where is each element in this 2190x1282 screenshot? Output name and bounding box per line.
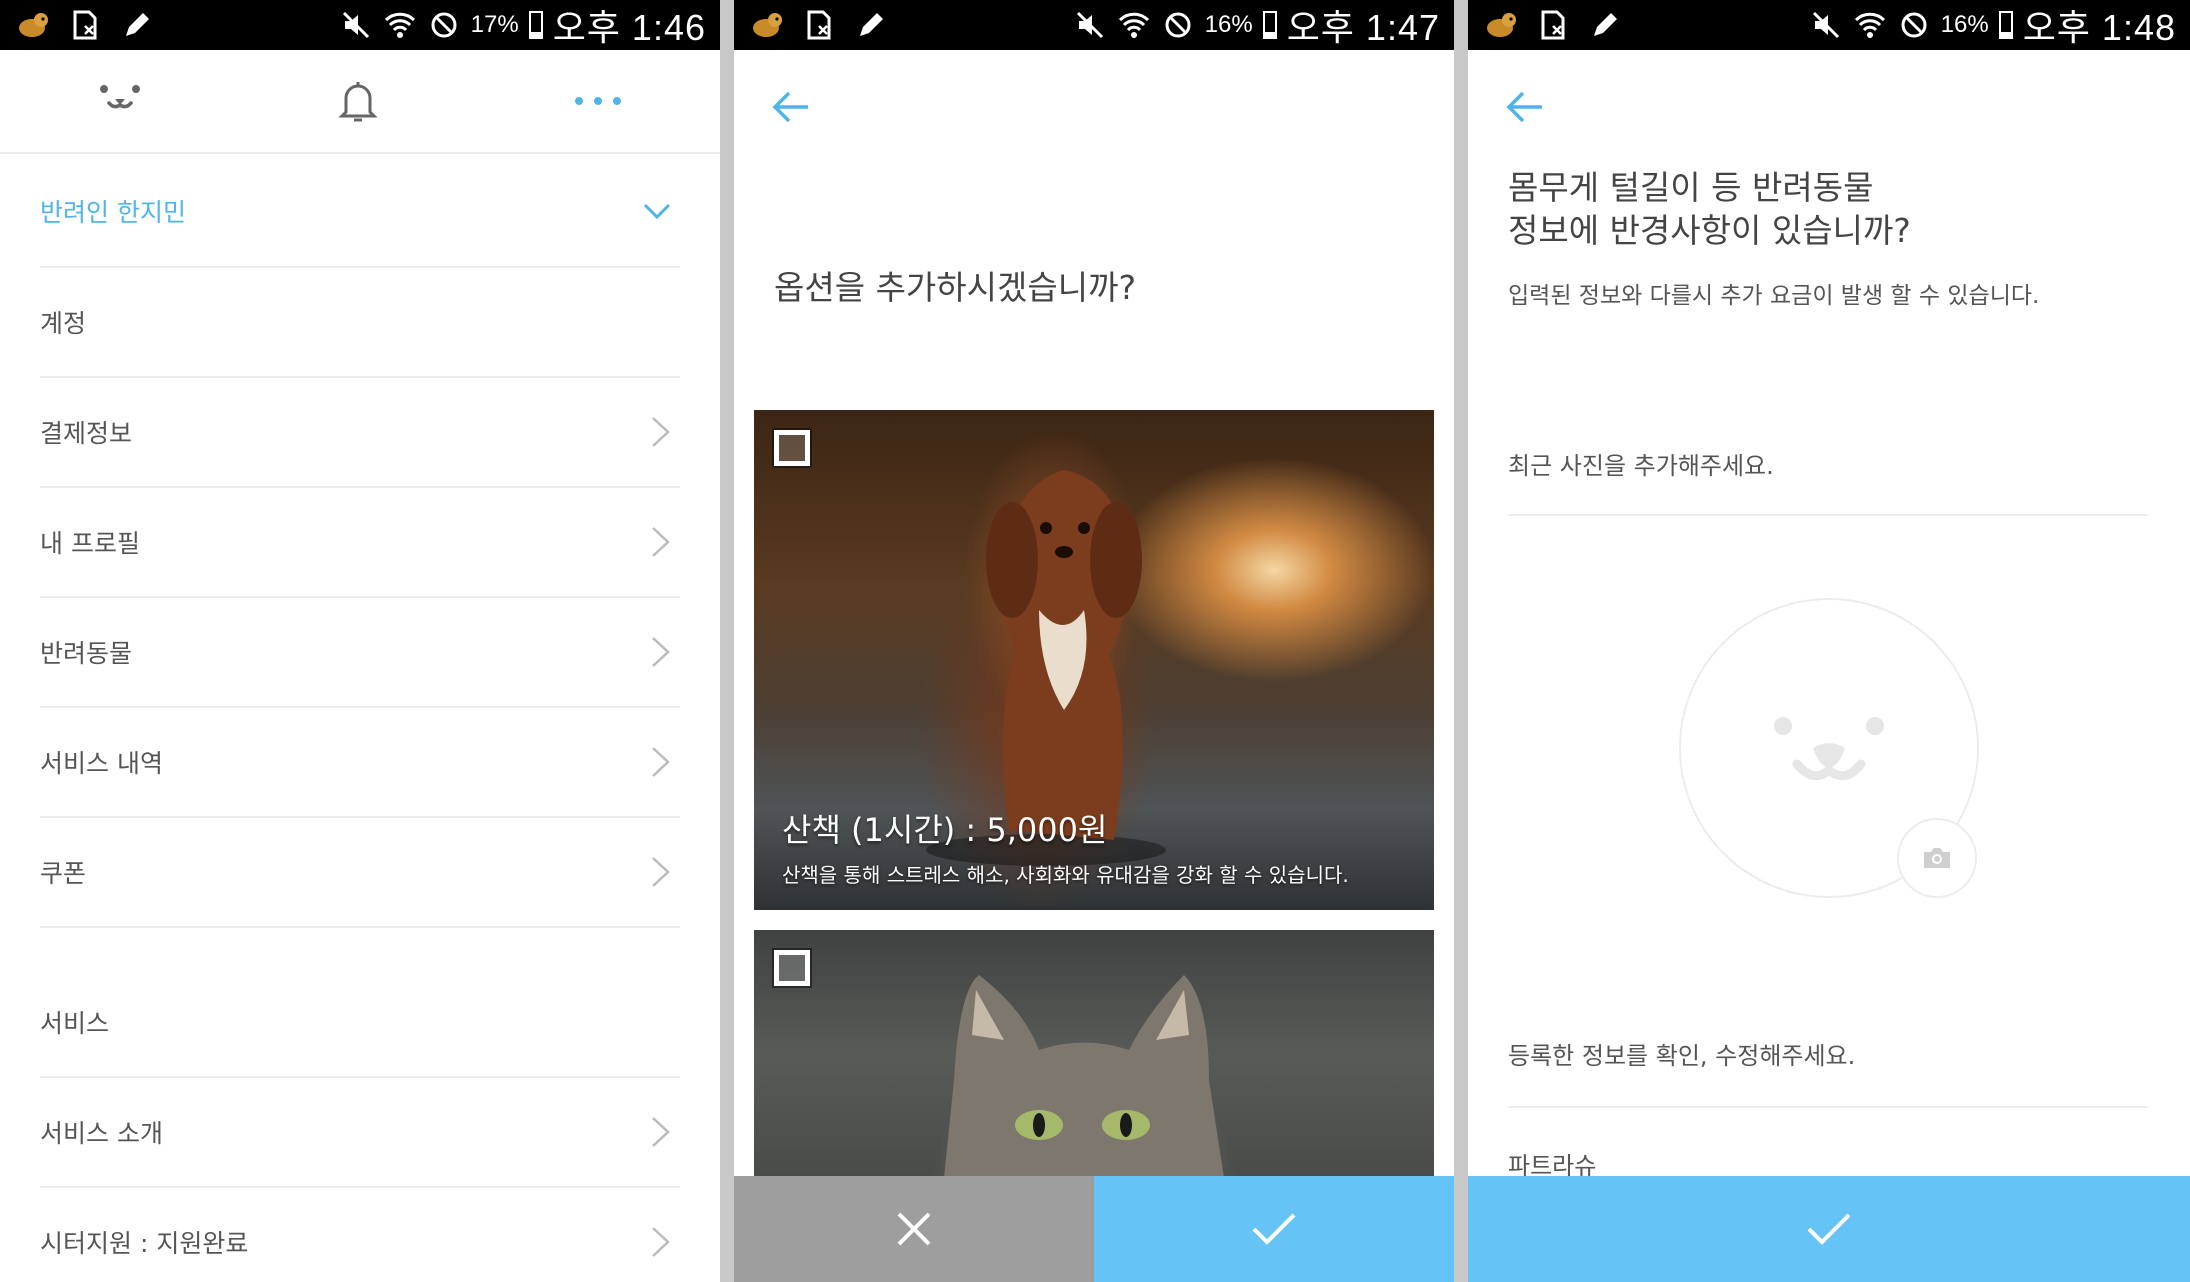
option-card-walk[interactable]: 산책 (1시간) : 5,000원 산책을 통해 스트레스 해소, 사회화와 유…	[754, 410, 1434, 910]
options-screen: 16% 오후 1:47 옵션을 추가하시겠습니까? 산책 (1시간): 5,0…	[734, 0, 1454, 1282]
chevron-right-icon	[652, 417, 670, 447]
wifi-icon	[1117, 8, 1151, 42]
menu-item-label: 서비스 소개	[40, 1119, 163, 1148]
action-bar	[1468, 1176, 2190, 1282]
clock: 오후 1:47	[1286, 7, 1440, 48]
battery-percent: 16%	[1940, 11, 1989, 38]
menu-item-pets[interactable]: 반려동물	[40, 598, 680, 708]
mute-icon	[339, 8, 373, 42]
top-navigation	[0, 50, 720, 154]
battery-icon	[1262, 11, 1277, 39]
sim-card-icon	[68, 8, 102, 42]
menu-item-service-intro[interactable]: 서비스 소개	[40, 1078, 680, 1188]
status-bar: 16% 오후 1:48	[1468, 0, 2190, 50]
wifi-icon	[383, 8, 417, 42]
option-caption: 산책 (1시간) : 5,000원 산책을 통해 스트레스 해소, 사회화와 유…	[782, 805, 1349, 888]
notification-app-icon	[16, 8, 50, 42]
chevron-right-icon	[652, 1117, 670, 1147]
pet-info-screen: 16% 오후 1:48 몸무게 털길이 등 반려동물 정보에 반경사항이 있습니…	[1468, 0, 2190, 1282]
close-icon	[897, 1212, 931, 1246]
section-label: 서비스	[40, 1009, 110, 1038]
option-checkbox[interactable]	[774, 430, 810, 466]
check-icon	[1252, 1213, 1296, 1245]
back-arrow-icon[interactable]	[1502, 84, 1548, 130]
check-icon	[1807, 1213, 1851, 1245]
battery-icon	[1998, 11, 2013, 39]
settings-menu: 반려인 한지민 계정 결제정보 내 프로필 반려동물 서비스 내역 쿠폰 서비스…	[40, 156, 680, 1282]
mute-icon	[1073, 8, 1107, 42]
info-field: 등록한 정보를 확인, 수정해주세요.	[1508, 1036, 2148, 1108]
clock: 오후 1:46	[552, 7, 706, 48]
menu-item-service-history[interactable]: 서비스 내역	[40, 708, 680, 818]
bell-icon[interactable]	[328, 76, 388, 126]
menu-item-label: 서비스 내역	[40, 749, 163, 778]
info-field-label: 등록한 정보를 확인, 수정해주세요.	[1508, 1042, 1856, 1070]
chevron-right-icon	[652, 527, 670, 557]
page-title: 옵션을 추가하시겠습니까?	[774, 268, 1136, 307]
battery-percent: 16%	[1204, 11, 1253, 38]
chevron-right-icon	[652, 637, 670, 667]
menu-item-label: 쿠폰	[40, 859, 87, 888]
page-subtitle: 입력된 정보와 다를시 추가 요금이 발생 할 수 있습니다.	[1508, 283, 2040, 309]
wifi-icon	[1853, 8, 1887, 42]
mute-icon	[1809, 8, 1843, 42]
menu-item-sitter-application[interactable]: 시터지원 : 지원완료	[40, 1188, 680, 1282]
sim-card-icon	[1536, 8, 1570, 42]
menu-item-label: 시터지원 : 지원완료	[40, 1229, 249, 1258]
cancel-button[interactable]	[734, 1176, 1094, 1282]
menu-spacer	[40, 928, 680, 968]
battery-icon	[528, 11, 543, 39]
page-title-line1: 몸무게 털길이 등 반려동물	[1508, 168, 1874, 207]
menu-item-coupons[interactable]: 쿠폰	[40, 818, 680, 928]
menu-item-account[interactable]: 계정	[40, 268, 680, 378]
user-name: 반려인 한지민	[40, 198, 186, 227]
pet-face-icon[interactable]	[90, 76, 150, 126]
cat-photo	[944, 975, 1224, 1178]
add-photo-button[interactable]	[1897, 818, 1977, 898]
pen-icon	[854, 8, 888, 42]
status-bar: 16% 오후 1:47	[734, 0, 1454, 50]
chevron-right-icon	[652, 747, 670, 777]
screenshot-stage: 17% 오후 1:46 반려인 한지민 계정 결제정보 내 프로필 반려동물 서…	[0, 0, 2190, 1282]
page-title: 몸무게 털길이 등 반려동물 정보에 반경사항이 있습니까?	[1508, 166, 1911, 252]
notification-app-icon	[1484, 8, 1518, 42]
option-card-second[interactable]	[754, 930, 1434, 1178]
do-not-disturb-icon	[1161, 8, 1195, 42]
menu-item-label: 계정	[40, 309, 87, 338]
menu-item-label: 결제정보	[40, 419, 133, 448]
sim-card-icon	[802, 8, 836, 42]
do-not-disturb-icon	[427, 8, 461, 42]
menu-screen: 17% 오후 1:46 반려인 한지민 계정 결제정보 내 프로필 반려동물 서…	[0, 0, 720, 1282]
notification-app-icon	[750, 8, 784, 42]
option-description: 산책을 통해 스트레스 해소, 사회화와 유대감을 강화 할 수 있습니다.	[782, 863, 1349, 887]
status-bar: 17% 오후 1:46	[0, 0, 720, 50]
option-checkbox[interactable]	[774, 950, 810, 986]
photo-field-label: 최근 사진을 추가해주세요.	[1508, 452, 1774, 480]
menu-item-label: 반려동물	[40, 639, 133, 668]
menu-item-label: 내 프로필	[40, 529, 140, 558]
pen-icon	[1588, 8, 1622, 42]
confirm-button[interactable]	[1094, 1176, 1454, 1282]
pen-icon	[120, 8, 154, 42]
photo-field: 최근 사진을 추가해주세요.	[1508, 446, 2148, 516]
confirm-button[interactable]	[1468, 1176, 2190, 1282]
camera-icon	[1924, 848, 1950, 868]
more-icon[interactable]	[568, 76, 628, 126]
chevron-right-icon	[652, 857, 670, 887]
menu-item-profile[interactable]: 내 프로필	[40, 488, 680, 598]
menu-section-header: 서비스	[40, 968, 680, 1078]
menu-item-payment[interactable]: 결제정보	[40, 378, 680, 488]
do-not-disturb-icon	[1897, 8, 1931, 42]
back-arrow-icon[interactable]	[768, 84, 814, 130]
chevron-down-icon	[643, 203, 671, 220]
option-title: 산책 (1시간) : 5,000원	[782, 811, 1108, 849]
action-bar	[734, 1176, 1454, 1282]
chevron-right-icon	[652, 1227, 670, 1257]
battery-percent: 17%	[470, 11, 519, 38]
user-account-selector[interactable]: 반려인 한지민	[40, 156, 680, 268]
clock: 오후 1:48	[2022, 7, 2176, 48]
page-title-line2: 정보에 반경사항이 있습니까?	[1508, 211, 1911, 250]
